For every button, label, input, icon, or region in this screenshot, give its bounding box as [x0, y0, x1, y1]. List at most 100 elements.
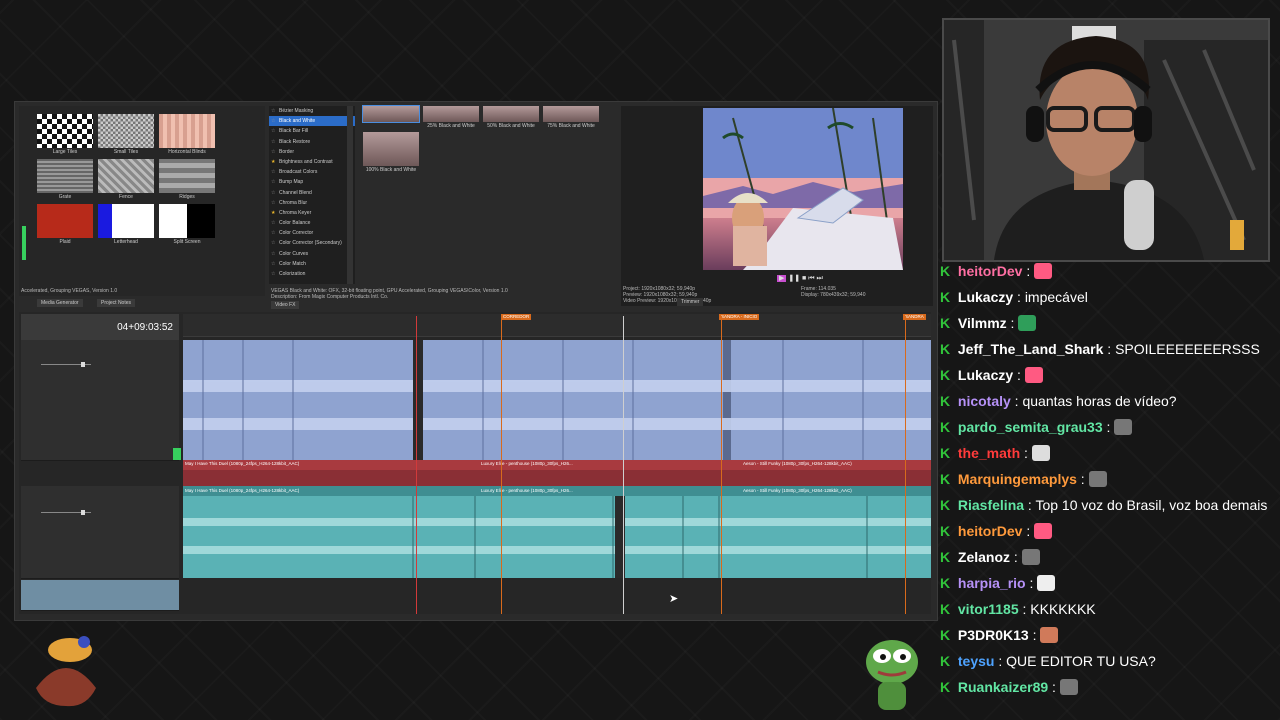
clip-label-6: Aeson - Still Funky (1080p_30fps_H264-12… — [743, 488, 852, 493]
fx-list-item[interactable]: Bézier Masking — [269, 106, 355, 116]
chat-username[interactable]: Lukaczy — [958, 367, 1013, 383]
fx-list-item[interactable]: Black and White — [269, 116, 355, 127]
chat-username[interactable]: heitorDev — [958, 523, 1023, 539]
chat-username[interactable]: vitor1185 — [958, 601, 1019, 617]
chat-username[interactable]: P3DR0K13 — [958, 627, 1029, 643]
emote-icon — [1024, 367, 1043, 383]
fx-preset-thumb-selected[interactable] — [362, 105, 420, 123]
video-fx-list[interactable]: Bézier MaskingBlack and WhiteBlack Bar F… — [269, 106, 355, 284]
preview-display-size: Display: 780x439x32; 59,940 — [801, 292, 866, 298]
track-header-2[interactable] — [21, 486, 179, 579]
transition-tile[interactable] — [159, 159, 215, 193]
chat-username[interactable]: harpia_rio — [958, 575, 1026, 591]
chat-username[interactable]: Vilmmz — [958, 315, 1007, 331]
fx-list-item[interactable]: Channel Blend — [269, 188, 355, 198]
track-header-1[interactable] — [21, 340, 179, 461]
channel-badge-icon: K — [940, 627, 951, 643]
waveform-2 — [183, 496, 931, 578]
transition-tile[interactable] — [159, 114, 215, 148]
timeline-ruler[interactable]: CORREDOR SANDRA - INICIO SANDRA — [183, 314, 931, 337]
fx-preset-label: 75% Black and White — [547, 123, 595, 129]
fx-preset-label: 50% Black and White — [487, 123, 535, 129]
prev-frame-icon[interactable]: ⏮ — [808, 275, 814, 282]
transition-tile[interactable] — [98, 204, 154, 238]
timecode-box: 04+09:03:52 — [21, 314, 179, 340]
slider-knob[interactable] — [81, 362, 85, 367]
emote-icon — [1114, 419, 1133, 435]
marker-corredor[interactable]: CORREDOR — [501, 314, 532, 320]
channel-badge-icon: K — [940, 497, 951, 513]
audio-lane-2[interactable] — [183, 496, 931, 578]
transition-tile-label: Fence — [119, 194, 133, 200]
chat-username[interactable]: teysu — [958, 653, 995, 669]
next-frame-icon[interactable]: ⏭ — [816, 275, 822, 282]
transition-tile-label: Ridges — [179, 194, 195, 200]
tab-trimmer[interactable]: Trimmer — [677, 298, 704, 306]
fx-list-item[interactable]: Border — [269, 147, 355, 157]
timeline[interactable]: 04+09:03:52 CORREDOR SANDRA - INICIO SAN… — [19, 312, 931, 614]
chat-username[interactable]: Ruankaizer89 — [958, 679, 1048, 695]
fx-list-item[interactable]: Black Bar Fill — [269, 126, 355, 136]
chat-username[interactable]: heitorDev — [958, 263, 1023, 279]
chat-message: K Lukaczy : impecável — [940, 284, 1270, 310]
fx-list-item[interactable]: Bump Map — [269, 177, 355, 187]
pause-icon[interactable]: ❚❚ — [788, 275, 800, 282]
clip-bar-red[interactable]: May I Have This Duel (1080p_24fps_H264-1… — [183, 460, 931, 470]
chat-message: K nicotaly : quantas horas de vídeo? — [940, 388, 1270, 414]
transition-tile[interactable] — [98, 114, 154, 148]
character-sticker — [26, 628, 106, 708]
channel-badge-icon: K — [940, 679, 951, 695]
slider-knob[interactable] — [81, 510, 85, 515]
track-header-3[interactable] — [21, 580, 179, 611]
chat-username[interactable]: pardo_semita_grau33 — [958, 419, 1103, 435]
fx-list-item[interactable]: Color Corrector (Secondary) — [269, 238, 355, 248]
chat-message: K Lukaczy : — [940, 362, 1270, 388]
fx-list-item[interactable]: Black Restore — [269, 137, 355, 147]
tab-video-fx[interactable]: Video FX — [271, 301, 300, 309]
playback-controls[interactable]: ▶ ❚❚ ■ ⏮ ⏭ — [777, 274, 823, 283]
fx-list-item[interactable]: Chroma Keyer — [269, 208, 355, 218]
transition-tile[interactable] — [37, 114, 93, 148]
transition-tile[interactable] — [98, 159, 154, 193]
audio-lane-1[interactable] — [183, 340, 931, 460]
fx-preset-thumb[interactable] — [543, 106, 599, 122]
fx-list-item[interactable]: Color Match — [269, 259, 355, 269]
fx-list-item[interactable]: Color Curves — [269, 249, 355, 259]
chat-username[interactable]: Zelanoz — [958, 549, 1010, 565]
chat-username[interactable]: Riasfelina — [958, 497, 1024, 513]
red-track-lane[interactable] — [183, 470, 931, 486]
chat-username[interactable]: Lukaczy — [958, 289, 1013, 305]
transition-tile-label: Split Screen — [173, 239, 201, 245]
fx-list-item[interactable]: Colorization — [269, 269, 355, 279]
pepe-mascot — [862, 632, 922, 712]
marker-sandra[interactable]: SANDRA — [903, 314, 926, 320]
chat-username[interactable]: the_math — [958, 445, 1020, 461]
chat-message: K Vilmmz : — [940, 310, 1270, 336]
fx-list-item[interactable]: Color Corrector — [269, 228, 355, 238]
chat-username[interactable]: Marquingemaplys — [958, 471, 1077, 487]
playhead[interactable] — [416, 316, 417, 614]
emote-icon — [1040, 627, 1059, 643]
fx-list-scrollbar[interactable] — [347, 106, 353, 284]
tab-media-generator[interactable]: Media Generator — [37, 299, 83, 307]
fx-list-item[interactable]: Chroma Blur — [269, 198, 355, 208]
marker-sandra-inicio[interactable]: SANDRA - INICIO — [719, 314, 760, 320]
fx-list-item[interactable]: Color Balance — [269, 218, 355, 228]
play-icon[interactable]: ▶ — [777, 275, 787, 282]
marker-line-sandra-inicio — [721, 316, 722, 614]
emote-icon — [1037, 575, 1056, 591]
tab-project-notes[interactable]: Project Notes — [97, 299, 136, 307]
transition-tile[interactable] — [159, 204, 215, 238]
clip-bar-teal[interactable]: May I Have This Duel (1080p_24fps_H264-1… — [183, 486, 931, 496]
fx-preset-thumb[interactable] — [423, 106, 479, 122]
chat-username[interactable]: nicotaly — [958, 393, 1011, 409]
transition-tile[interactable] — [37, 159, 93, 193]
fx-list-item[interactable]: Broadcast Colors — [269, 167, 355, 177]
fx-list-item[interactable]: Brightness and Contrast — [269, 157, 355, 167]
stop-icon[interactable]: ■ — [802, 275, 806, 282]
chat-username[interactable]: Jeff_The_Land_Shark — [958, 341, 1104, 357]
fx-preset-thumb[interactable] — [363, 132, 419, 166]
transition-tile[interactable] — [37, 204, 93, 238]
fx-preset-thumb[interactable] — [483, 106, 539, 122]
chat-message: K heitorDev : — [940, 518, 1270, 544]
